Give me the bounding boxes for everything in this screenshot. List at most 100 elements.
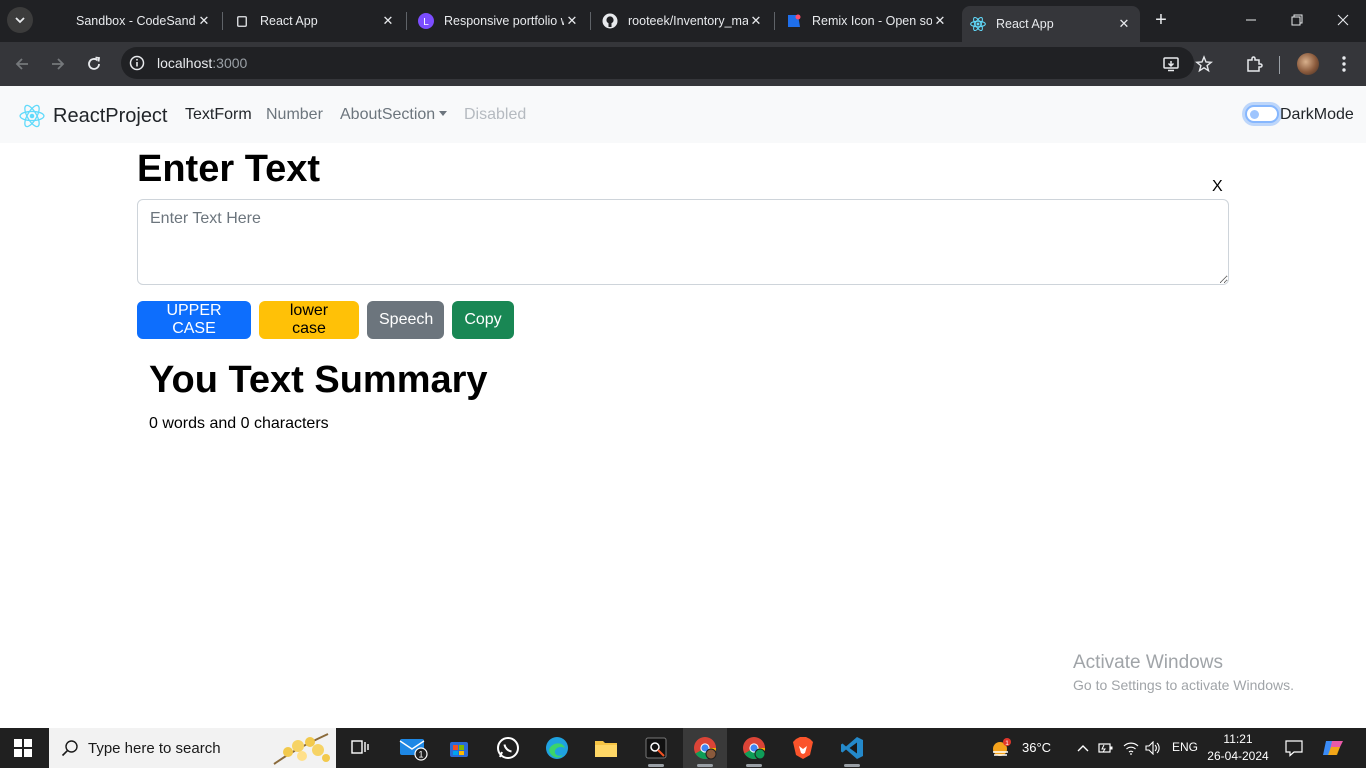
new-tab-button[interactable]: + — [1150, 9, 1172, 31]
darkmode-switch[interactable] — [1245, 105, 1279, 123]
taskbar-edge[interactable] — [535, 728, 579, 768]
weather-widget[interactable]: 1 — [990, 738, 1012, 758]
store-icon — [450, 742, 468, 757]
close-window-button[interactable] — [1331, 8, 1355, 32]
minimize-button[interactable] — [1239, 8, 1263, 32]
arrow-right-icon — [52, 58, 65, 70]
tab-title: React App — [260, 14, 318, 28]
text-input[interactable] — [137, 199, 1229, 285]
react-logo-icon — [19, 104, 45, 128]
taskbar-chrome[interactable] — [683, 728, 727, 768]
address-bar[interactable]: localhost:3000 — [121, 47, 1213, 79]
darkmode-label[interactable]: DarkMode — [1280, 106, 1354, 124]
tab-github[interactable]: rooteek/Inventory_management ✕ — [594, 6, 772, 36]
battery-icon[interactable] — [1098, 740, 1114, 756]
search-highlight-icon — [273, 733, 330, 765]
tab-remix-icon[interactable]: Remix Icon - Open source icons ✕ — [778, 6, 956, 36]
speech-button[interactable]: Speech — [367, 301, 444, 339]
svg-text:1: 1 — [418, 750, 423, 760]
start-button[interactable] — [14, 739, 32, 757]
brave-icon — [793, 737, 813, 759]
restore-button[interactable] — [1285, 8, 1309, 32]
url-text: localhost:3000 — [157, 55, 248, 71]
browser-tab-strip: Sandbox - CodeSandbox ✕ React App ✕ L Re… — [0, 0, 1366, 42]
input-language[interactable]: ENG — [1172, 740, 1198, 754]
extensions-button[interactable] — [1243, 53, 1265, 75]
chrome-profile-icon — [743, 737, 766, 760]
tab-close-icon[interactable]: ✕ — [1116, 16, 1132, 32]
taskbar-chrome-profile[interactable] — [732, 728, 776, 768]
tab-react-app-active[interactable]: React App ✕ — [962, 6, 1140, 42]
nav-link-disabled: Disabled — [464, 106, 527, 123]
nav-link-number[interactable]: Number — [266, 106, 323, 124]
task-view-icon — [351, 740, 369, 754]
uppercase-button[interactable]: UPPER CASE — [137, 301, 251, 339]
tab-portfolio[interactable]: L Responsive portfolio website ✕ — [410, 6, 588, 36]
reload-button[interactable] — [82, 52, 106, 76]
taskbar-search[interactable]: Type here to search — [49, 728, 336, 768]
nav-link-textform[interactable]: TextForm — [185, 106, 252, 124]
taskbar-vscode[interactable] — [830, 728, 874, 768]
kebab-menu-icon — [1342, 56, 1346, 72]
weather-sun-icon: 1 — [993, 738, 1011, 756]
summary-title: You Text Summary — [149, 359, 488, 401]
volume-icon[interactable] — [1145, 740, 1161, 756]
tab-title: Sandbox - CodeSandbox — [76, 14, 196, 28]
taskbar-snipping-tool[interactable] — [634, 728, 678, 768]
react-icon — [970, 16, 986, 32]
taskbar-mail[interactable]: 1 — [391, 728, 435, 768]
tab-close-icon[interactable]: ✕ — [196, 13, 212, 29]
bookmark-star-icon[interactable] — [1195, 55, 1213, 73]
lowercase-button[interactable]: lower case — [259, 301, 359, 339]
tab-close-icon[interactable]: ✕ — [380, 13, 396, 29]
activate-windows-title: Activate Windows — [1073, 652, 1223, 673]
tab-search-button[interactable] — [7, 7, 33, 33]
show-hidden-icons-button[interactable] — [1075, 740, 1091, 756]
profile-avatar[interactable] — [1297, 53, 1319, 75]
tab-title: React App — [996, 17, 1054, 31]
clock-date: 26-04-2024 — [1207, 749, 1269, 763]
search-placeholder: Type here to search — [88, 740, 221, 757]
letter-l-icon: L — [418, 13, 434, 29]
page-title: Enter Text — [137, 148, 321, 190]
taskbar-file-explorer[interactable] — [584, 728, 628, 768]
navbar-brand[interactable]: ReactProject — [19, 103, 168, 129]
summary-count: 0 words and 0 characters — [149, 415, 329, 432]
tab-close-icon[interactable]: ✕ — [932, 13, 948, 29]
taskbar-clock[interactable]: 11:21 26-04-2024 — [1206, 731, 1270, 765]
tab-title: Responsive portfolio website — [444, 14, 564, 28]
remix-icon — [786, 13, 802, 29]
forward-button[interactable] — [46, 52, 70, 76]
puzzle-icon — [1247, 56, 1263, 72]
browser-menu-button[interactable] — [1333, 53, 1355, 75]
minimize-icon — [1246, 19, 1256, 21]
task-view-button[interactable] — [338, 728, 382, 768]
install-app-icon[interactable] — [1162, 55, 1180, 73]
tab-close-icon[interactable]: ✕ — [748, 13, 764, 29]
nav-dropdown-about[interactable]: AboutSection — [340, 106, 448, 124]
tab-close-icon[interactable]: ✕ — [564, 13, 580, 29]
copy-button[interactable]: Copy — [452, 301, 514, 339]
clock-time: 11:21 — [1223, 732, 1253, 746]
weather-temperature[interactable]: 36°C — [1022, 740, 1051, 755]
back-button[interactable] — [10, 52, 34, 76]
folder-icon — [595, 741, 617, 757]
taskbar-store[interactable] — [437, 728, 481, 768]
chevron-down-icon — [15, 17, 25, 24]
copilot-button[interactable] — [1322, 737, 1344, 759]
mail-icon: 1 — [399, 739, 428, 761]
clear-text-button[interactable]: X — [1212, 178, 1223, 196]
tab-codesandbox[interactable]: Sandbox - CodeSandbox ✕ — [42, 6, 220, 36]
taskbar-brave[interactable] — [781, 728, 825, 768]
taskbar-whatsapp[interactable] — [486, 728, 530, 768]
restore-icon — [1291, 14, 1303, 26]
snipping-tool-icon — [645, 737, 667, 759]
chevron-up-icon — [1077, 745, 1089, 752]
svg-text:1: 1 — [1005, 740, 1009, 747]
site-info-icon[interactable] — [129, 55, 145, 71]
codesandbox-icon — [50, 13, 66, 29]
wifi-icon[interactable] — [1123, 740, 1139, 756]
tab-react-app[interactable]: React App ✕ — [226, 6, 404, 36]
reload-icon — [88, 56, 101, 70]
notifications-button[interactable] — [1285, 739, 1303, 757]
